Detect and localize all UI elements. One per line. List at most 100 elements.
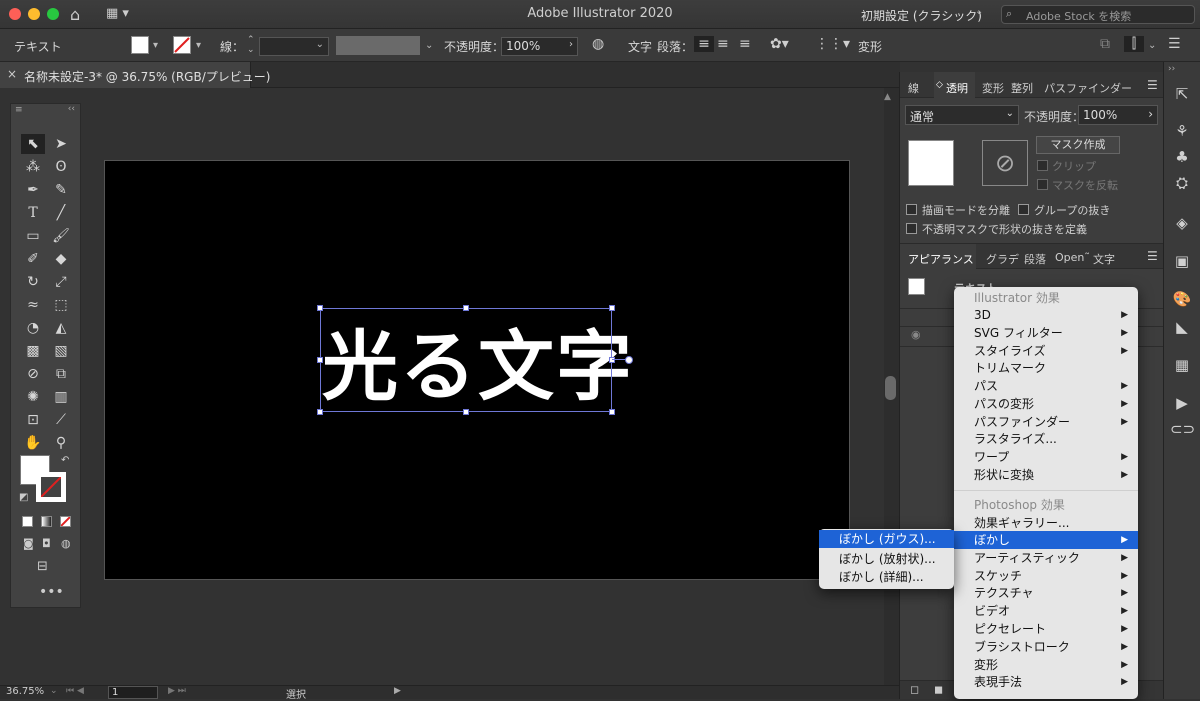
color-guide-icon[interactable]: 🎨 xyxy=(1170,290,1194,310)
color-mode-icon[interactable] xyxy=(22,516,33,527)
default-colors-icon[interactable]: ◩ xyxy=(19,492,28,503)
recolor-artwork-icon[interactable]: ◍ xyxy=(592,36,604,52)
menu-item[interactable]: アーティスティック ▶ xyxy=(954,549,1138,567)
menu-item[interactable]: SVG フィルター ▶ xyxy=(954,324,1138,342)
blend-mode-select[interactable]: 通常 ⌄ xyxy=(905,105,1019,125)
menu-item[interactable]: テクスチャ ▶ xyxy=(954,584,1138,602)
actions-icon[interactable]: ▶ xyxy=(1170,394,1194,414)
align-right-icon[interactable]: ≡ xyxy=(739,36,751,52)
rotate-tool-icon[interactable]: ↻ xyxy=(21,272,45,292)
resize-handle[interactable] xyxy=(317,357,323,363)
chevron-down-icon[interactable]: ⌄ xyxy=(1148,40,1156,51)
object-thumbnail[interactable] xyxy=(908,140,954,186)
artboard-number-field[interactable]: 1 xyxy=(108,686,158,699)
links-icon[interactable]: ⊂⊃ xyxy=(1170,420,1195,440)
stroke-stepper-icon[interactable]: ⌃ ⌄ xyxy=(247,35,255,55)
no-mask-icon[interactable]: ⊘ xyxy=(982,140,1028,186)
add-stroke-icon[interactable]: ◻ xyxy=(910,683,919,696)
menu-item[interactable]: パスの変形 ▶ xyxy=(954,395,1138,413)
hand-tool-icon[interactable]: ✋ xyxy=(21,433,45,453)
variable-width-profile[interactable] xyxy=(336,36,420,55)
tab-stroke[interactable]: 線 xyxy=(908,80,919,96)
gradient-panel-icon[interactable]: ◣ xyxy=(1170,318,1194,338)
mesh-tool-icon[interactable]: ▩ xyxy=(21,341,45,361)
puppet-warp-icon[interactable]: ✿▾ xyxy=(770,36,789,52)
collapse-icon[interactable]: ≡ xyxy=(15,105,23,115)
resize-handle[interactable] xyxy=(317,409,323,415)
paragraph-link[interactable]: 段落： xyxy=(657,38,693,55)
tab-paragraph[interactable]: 段落 xyxy=(1024,251,1046,267)
draw-behind-icon[interactable]: ◘ xyxy=(42,537,51,550)
visibility-eye-icon[interactable]: ◉ xyxy=(911,328,921,341)
menu-item[interactable]: 3D ▶ xyxy=(954,306,1138,324)
document-tab[interactable]: × 名称未設定-3* @ 36.75% (RGB/プレビュー) xyxy=(0,62,270,88)
scrollbar-thumb[interactable] xyxy=(885,376,896,400)
menu-item[interactable]: パス ▶ xyxy=(954,377,1138,395)
selection-tool-icon[interactable]: ⬉ xyxy=(21,134,45,154)
menu-item[interactable]: 形状に変換 ▶ xyxy=(954,466,1138,484)
close-tab-icon[interactable]: × xyxy=(7,67,17,81)
draw-inside-icon[interactable]: ◍ xyxy=(61,537,71,550)
graphic-styles-icon[interactable]: ⛭ xyxy=(1170,174,1194,194)
panel-menu-icon[interactable]: ☰ xyxy=(1168,36,1181,52)
fill-swatch[interactable] xyxy=(131,36,149,54)
add-fill-icon[interactable]: ◼ xyxy=(934,683,943,696)
stock-search-box[interactable]: ⌕ Adobe Stock を検索 xyxy=(1001,5,1195,24)
gradient-tool-icon[interactable]: ▧ xyxy=(49,341,73,361)
shape-builder-tool-icon[interactable]: ◔ xyxy=(21,318,45,338)
align-center-icon[interactable]: ≡ xyxy=(717,36,729,52)
menu-item-blur[interactable]: ぼかし ▶ xyxy=(954,531,1138,549)
width-tool-icon[interactable]: ≈ xyxy=(21,295,45,315)
menu-item[interactable]: スケッチ ▶ xyxy=(954,567,1138,585)
perspective-grid-tool-icon[interactable]: ◭ xyxy=(49,318,73,338)
isolate-icon[interactable]: ⧉ xyxy=(1100,36,1110,52)
gaussian-blur-item[interactable]: ぼかし (ガウス)... xyxy=(819,530,954,548)
menu-item[interactable]: スタイライズ ▶ xyxy=(954,342,1138,360)
transform-link[interactable]: 変形 xyxy=(858,38,882,55)
clip-checkbox[interactable] xyxy=(1037,160,1048,171)
resize-handle[interactable] xyxy=(609,305,615,311)
pen-tool-icon[interactable]: ✒ xyxy=(21,180,45,200)
zoom-level[interactable]: 36.75% xyxy=(6,686,44,697)
chevron-down-icon[interactable]: ▾ xyxy=(196,40,201,51)
resize-handle[interactable] xyxy=(317,305,323,311)
none-mode-icon[interactable] xyxy=(60,516,71,527)
selection-bounding-box[interactable] xyxy=(320,308,612,412)
graph-tool-icon[interactable]: ▥ xyxy=(49,387,73,407)
chevron-down-icon[interactable]: ▾ xyxy=(153,40,158,51)
smart-blur-item[interactable]: ぼかし (詳細)... xyxy=(819,568,954,586)
symbol-sprayer-tool-icon[interactable]: ✺ xyxy=(21,387,45,407)
resize-handle[interactable] xyxy=(609,357,615,363)
arrange-documents-icon[interactable]: ⫿ xyxy=(1124,36,1144,52)
tab-transform[interactable]: 変形 xyxy=(982,80,1004,96)
eyedropper-tool-icon[interactable]: ⊘ xyxy=(21,364,45,384)
opacity-mask-knockout-checkbox[interactable] xyxy=(906,223,917,234)
lasso-tool-icon[interactable]: ʘ xyxy=(49,157,73,177)
tab-opentype[interactable]: Open˜ xyxy=(1055,251,1090,264)
stroke-weight-field[interactable]: ⌄ xyxy=(259,37,329,56)
tab-gradient[interactable]: グラデ xyxy=(986,251,1019,267)
menu-item[interactable]: ピクセレート ▶ xyxy=(954,620,1138,638)
menu-item[interactable]: ワープ ▶ xyxy=(954,448,1138,466)
scale-tool-icon[interactable]: ⤢ xyxy=(49,272,73,292)
eraser-tool-icon[interactable]: ◆ xyxy=(49,249,73,269)
menu-item[interactable]: 変形 ▶ xyxy=(954,656,1138,674)
menu-item[interactable]: パスファインダー ▶ xyxy=(954,413,1138,431)
resize-handle[interactable] xyxy=(609,409,615,415)
menu-item[interactable]: ラスタライズ... xyxy=(954,430,1138,448)
opacity-field[interactable]: 100% › xyxy=(501,37,578,56)
magic-wand-tool-icon[interactable]: ⁂ xyxy=(21,157,45,177)
paintbrush-tool-icon[interactable]: 🖌 xyxy=(49,226,73,246)
menu-item[interactable]: 効果ギャラリー... xyxy=(954,514,1138,532)
radial-blur-item[interactable]: ぼかし (放射状)... xyxy=(819,550,954,568)
stroke-swatch[interactable] xyxy=(173,36,191,54)
first-artboard-icon[interactable]: ⏮ ◀ xyxy=(66,686,84,696)
export-icon[interactable]: ⇱ xyxy=(1170,85,1194,105)
knockout-group-checkbox[interactable] xyxy=(1018,204,1029,215)
tab-character[interactable]: 文字 xyxy=(1093,251,1115,267)
collapse-dock-icon[interactable]: ›› xyxy=(1168,64,1175,74)
tab-pathfinder[interactable]: パスファインダー xyxy=(1044,80,1132,96)
artboards-icon[interactable]: ▣ xyxy=(1170,252,1194,272)
resize-handle[interactable] xyxy=(463,305,469,311)
line-tool-icon[interactable]: ╱ xyxy=(49,203,73,223)
